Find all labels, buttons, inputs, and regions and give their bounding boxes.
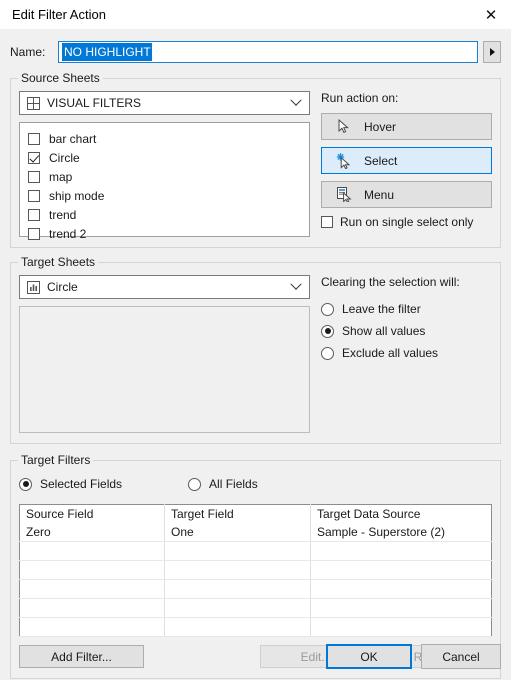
checkbox-icon[interactable] — [321, 216, 333, 228]
list-item[interactable]: Circle — [20, 148, 309, 167]
table-row[interactable] — [19, 541, 492, 561]
clearing-option-exclude-all-values[interactable]: Exclude all values — [321, 342, 492, 364]
radio-icon[interactable] — [188, 477, 202, 491]
worksheet-bar-icon — [26, 280, 40, 294]
chevron-down-icon[interactable] — [283, 278, 309, 291]
add-filter-button[interactable]: Add Filter... — [19, 645, 144, 668]
source-sheets-group: Source Sheets VISUAL FILTERS bar chart C… — [10, 71, 501, 248]
list-item[interactable]: ship mode — [20, 186, 309, 205]
clearing-selection-title: Clearing the selection will: — [321, 275, 460, 289]
run-action-hover-button[interactable]: Hover — [321, 113, 492, 140]
list-item[interactable]: bar chart — [20, 129, 309, 148]
title-bar: Edit Filter Action ✕ — [0, 0, 511, 29]
list-item-label: map — [49, 169, 73, 184]
clearing-option-show-all-values[interactable]: Show all values — [321, 320, 492, 342]
list-item-label: bar chart — [49, 131, 97, 146]
list-item-label: ship mode — [49, 188, 105, 203]
name-input-value: NO HIGHLIGHT — [62, 43, 152, 61]
run-single-select-label: Run on single select only — [340, 215, 474, 229]
table-header-row: Source Field Target Field Target Data So… — [19, 504, 492, 523]
radio-selected-icon[interactable] — [321, 324, 334, 338]
clearing-option-label: Exclude all values — [342, 346, 439, 360]
column-header-target-field: Target Field — [164, 504, 311, 523]
run-action-menu-button[interactable]: Menu — [321, 181, 492, 208]
checkbox-icon[interactable] — [28, 170, 40, 183]
name-input[interactable]: NO HIGHLIGHT — [58, 41, 478, 63]
list-item-label: trend 2 — [49, 226, 87, 241]
list-item[interactable]: trend 2 — [20, 224, 309, 243]
column-header-target-data-source: Target Data Source — [317, 507, 421, 521]
dialog-footer: OK Cancel — [326, 644, 501, 669]
cell-target-field: One — [164, 523, 311, 542]
table-row[interactable]: Zero One Sample - Superstore (2) — [19, 523, 492, 542]
cursor-menu-icon — [336, 187, 352, 203]
dashboard-grid-icon — [26, 96, 40, 110]
table-row[interactable] — [19, 598, 492, 618]
target-filters-mode-label: Selected Fields — [40, 477, 123, 491]
table-row[interactable] — [19, 579, 492, 599]
target-sheets-group: Target Sheets Circle Clearing the select… — [10, 255, 501, 444]
checkbox-icon[interactable] — [28, 208, 40, 221]
list-item[interactable]: map — [20, 167, 309, 186]
checkbox-icon[interactable] — [28, 227, 40, 240]
list-item-label: Circle — [49, 150, 80, 165]
run-single-select-row[interactable]: Run on single select only — [321, 215, 492, 229]
checkbox-icon[interactable] — [28, 132, 40, 145]
name-expand-button[interactable] — [483, 41, 501, 63]
target-filters-all-fields[interactable]: All Fields — [188, 473, 258, 495]
source-sheets-list[interactable]: bar chart Circle map ship mode trend tre… — [19, 122, 310, 241]
name-row: Name: NO HIGHLIGHT — [10, 40, 501, 64]
triangle-right-icon — [489, 48, 495, 56]
run-action-menu-label: Menu — [364, 187, 395, 202]
list-item[interactable]: trend — [20, 205, 309, 224]
source-sheets-dropdown[interactable]: VISUAL FILTERS — [19, 91, 310, 115]
target-sheets-list[interactable] — [19, 306, 310, 433]
target-sheets-dropdown[interactable]: Circle — [19, 275, 310, 299]
checkbox-checked-icon[interactable] — [28, 151, 40, 164]
target-filters-mode-label: All Fields — [209, 477, 258, 491]
target-filters-title: Target Filters — [18, 453, 94, 467]
clearing-option-label: Leave the filter — [342, 302, 421, 316]
cell-target-data-source: Sample - Superstore (2) — [310, 523, 492, 542]
clearing-option-label: Show all values — [342, 324, 426, 338]
name-label: Name: — [10, 45, 46, 59]
radio-icon[interactable] — [321, 302, 334, 316]
cursor-select-sparkle-icon — [336, 152, 352, 169]
chevron-down-icon[interactable] — [283, 94, 309, 107]
run-action-hover-label: Hover — [364, 119, 397, 134]
table-row[interactable] — [19, 560, 492, 580]
window-title: Edit Filter Action — [12, 7, 106, 22]
target-filters-mode-row: Selected Fields All Fields — [19, 473, 492, 495]
checkbox-icon[interactable] — [28, 189, 40, 202]
table-row[interactable] — [19, 617, 492, 637]
cursor-arrow-icon — [336, 119, 352, 135]
column-header-source-field: Source Field — [19, 504, 165, 523]
source-sheets-dropdown-value: VISUAL FILTERS — [47, 96, 142, 110]
dialog-body: Name: NO HIGHLIGHT Source Sheets VISUAL … — [0, 40, 511, 679]
radio-icon[interactable] — [321, 346, 334, 360]
target-sheets-dropdown-value: Circle — [47, 280, 78, 294]
cancel-button[interactable]: Cancel — [421, 644, 501, 669]
close-icon[interactable]: ✕ — [471, 0, 511, 29]
run-action-select-button[interactable]: Select — [321, 147, 492, 174]
radio-selected-icon[interactable] — [19, 477, 32, 491]
target-filters-table[interactable]: Source Field Target Field Target Data So… — [19, 504, 492, 637]
cell-source-field: Zero — [19, 523, 165, 542]
run-action-title: Run action on: — [321, 91, 399, 105]
ok-button[interactable]: OK — [326, 644, 412, 669]
source-sheets-title: Source Sheets — [18, 71, 103, 85]
list-item-label: trend — [49, 207, 77, 222]
run-action-select-label: Select — [364, 153, 398, 168]
clearing-option-leave-filter[interactable]: Leave the filter — [321, 298, 492, 320]
target-filters-selected-fields[interactable]: Selected Fields — [19, 473, 122, 495]
target-sheets-title: Target Sheets — [18, 255, 99, 269]
